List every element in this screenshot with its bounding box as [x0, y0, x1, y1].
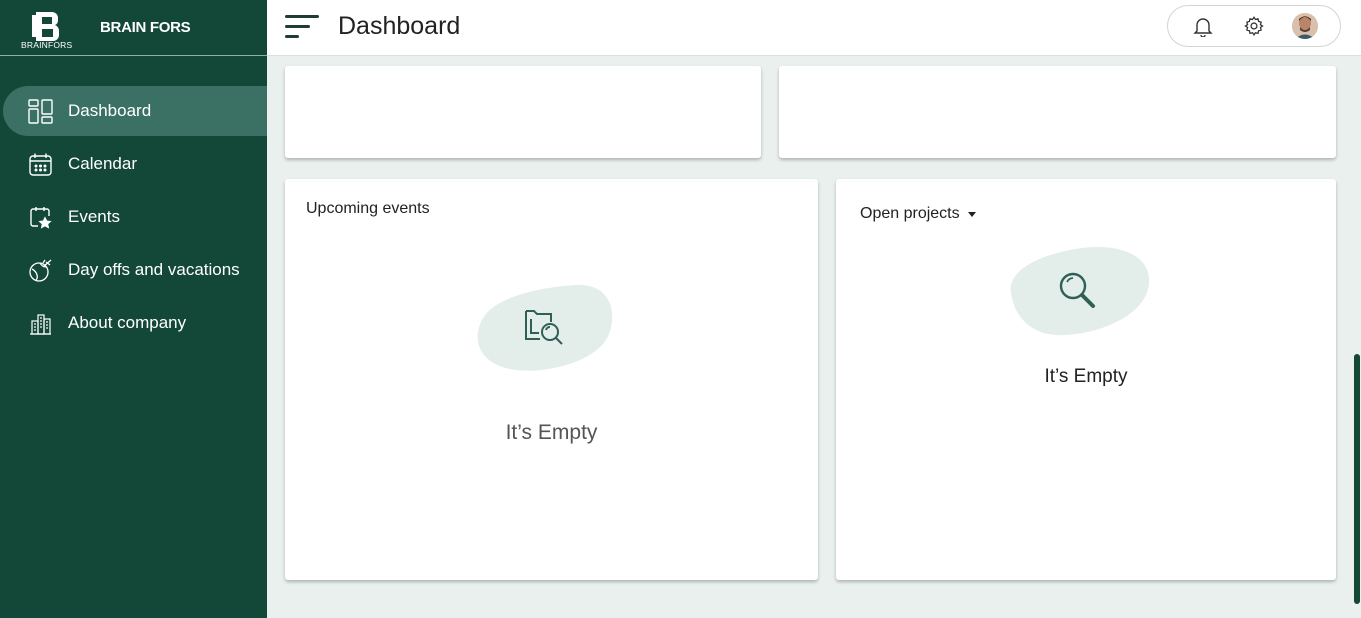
globe-plane-icon [28, 258, 53, 283]
dashboard-card-top-right [779, 66, 1336, 158]
logo-text: BRAINFORS [21, 39, 73, 50]
empty-state-text: It’s Empty [505, 421, 598, 444]
event-star-icon [28, 205, 53, 230]
dashboard-card-top-left [285, 66, 761, 158]
projects-dropdown[interactable]: Open projects [860, 205, 976, 223]
user-avatar[interactable] [1290, 11, 1320, 41]
brand-name: BRAIN FORS [100, 19, 191, 36]
sidebar-item-label: Dashboard [68, 101, 152, 120]
card-title: Upcoming events [306, 200, 430, 217]
dashboard-icon [28, 98, 53, 124]
page-title: Dashboard [338, 12, 461, 40]
sidebar-nav: Dashboard Calendar Events Day offs and v… [0, 86, 267, 348]
magnifier-icon [1059, 272, 1095, 308]
sidebar-item-dashboard[interactable]: Dashboard [3, 86, 267, 136]
sidebar-item-label: Day offs and vacations [68, 260, 240, 279]
bell-icon[interactable] [1188, 11, 1218, 41]
scrollbar-thumb[interactable] [1354, 354, 1360, 604]
empty-state-text: It’s Empty [1044, 366, 1128, 387]
avatar [1291, 13, 1318, 39]
buildings-icon [28, 311, 53, 336]
sidebar-item-events[interactable]: Events [0, 192, 267, 242]
sidebar: BRAINFORS BRAIN FORS Dashboard Calendar … [0, 0, 267, 618]
menu-toggle-icon[interactable] [284, 14, 322, 42]
sidebar-item-calendar[interactable]: Calendar [0, 139, 267, 189]
top-header: Dashboard [267, 0, 1361, 56]
header-actions [1167, 5, 1341, 47]
sidebar-item-day-offs[interactable]: Day offs and vacations [0, 245, 267, 295]
gear-icon[interactable] [1239, 11, 1269, 41]
folder-search-icon [525, 310, 563, 345]
caret-down-icon [967, 211, 976, 217]
sidebar-item-label: Events [68, 207, 120, 226]
sidebar-item-label: About company [68, 313, 187, 332]
brand-logo[interactable]: BRAINFORS [19, 6, 79, 50]
brand: BRAINFORS BRAIN FORS [0, 0, 267, 56]
card-title: Open projects [860, 205, 960, 222]
page-scrollbar[interactable] [1353, 76, 1361, 618]
sidebar-item-label: Calendar [68, 154, 137, 173]
calendar-icon [28, 152, 53, 177]
upcoming-events-card: Upcoming events It’s Empty [285, 179, 818, 580]
sidebar-item-about-company[interactable]: About company [0, 298, 267, 348]
open-projects-card: Open projects It’s Empty [836, 179, 1336, 580]
